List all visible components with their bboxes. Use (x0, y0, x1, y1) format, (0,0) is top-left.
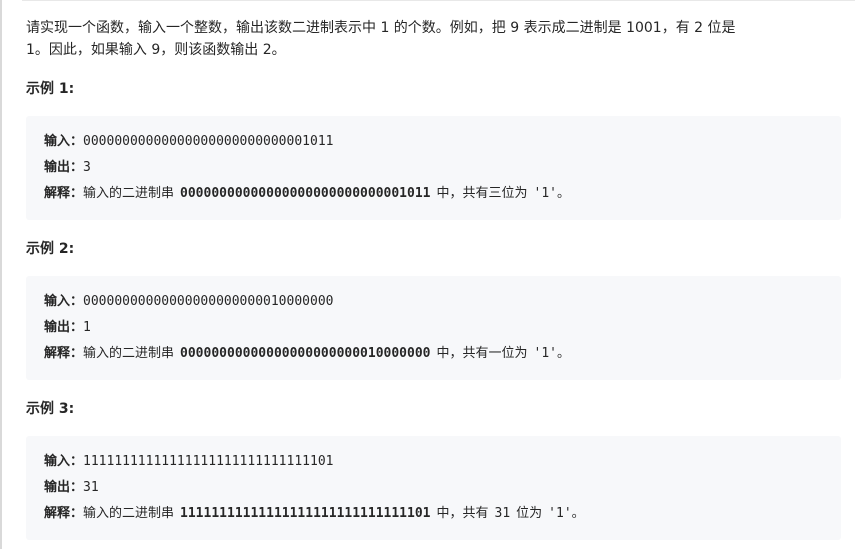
output-label: 输出： (44, 480, 84, 495)
example-1-explain-prefix: 输入的二进制串 (83, 186, 175, 201)
example-3-explain-count: 31 (494, 506, 511, 521)
example-2-input-value: 00000000000000000000000010000000 (83, 294, 334, 309)
example-2-explain-quote: '1' (533, 346, 557, 361)
example-3-explain-line: 解释：输入的二进制串 111111111111111111111111111111… (44, 501, 841, 527)
output-label: 输出： (44, 320, 84, 335)
example-3-explain-middle: 中，共有 (436, 506, 489, 521)
example-3-explain-prefix: 输入的二进制串 (83, 506, 175, 521)
example-3-explain-suffix: 。 (571, 506, 585, 521)
example-2-explain-prefix: 输入的二进制串 (83, 346, 175, 361)
example-2-explain-suffix: 。 (556, 346, 570, 361)
example-3-output-value: 31 (83, 480, 99, 495)
example-1-output-line: 输出：3 (44, 155, 841, 181)
example-3-explain-code: 11111111111111111111111111111101 (180, 506, 431, 521)
example-3-input-value: 11111111111111111111111111111101 (83, 454, 334, 469)
example-2-output-value: 1 (83, 320, 91, 335)
example-1-explain-line: 解释：输入的二进制串 000000000000000000000000000010… (44, 181, 841, 207)
problem-statement-line-2: 1。因此，如果输入 9，则该函数输出 2。 (26, 42, 286, 58)
example-2-explain-line: 解释：输入的二进制串 000000000000000000000000100000… (44, 341, 841, 367)
explain-label: 解释： (44, 506, 84, 521)
top-divider (22, 0, 855, 1)
example-1-explain-code: 00000000000000000000000000001011 (180, 186, 431, 201)
input-label: 输入： (44, 294, 84, 309)
problem-statement: 请实现一个函数，输入一个整数，输出该数二进制表示中 1 的个数。例如，把 9 表… (26, 17, 841, 61)
example-1-input-value: 00000000000000000000000000001011 (83, 134, 334, 149)
left-border (0, 0, 2, 549)
example-3-explain-quote: '1' (548, 506, 572, 521)
example-3-input-line: 输入：11111111111111111111111111111101 (44, 449, 841, 475)
example-3-output-line: 输出：31 (44, 475, 841, 501)
example-1-explain-quote: '1' (533, 186, 557, 201)
problem-description: 请实现一个函数，输入一个整数，输出该数二进制表示中 1 的个数。例如，把 9 表… (26, 17, 841, 540)
example-3-title: 示例 3: (26, 401, 75, 417)
example-1-input-line: 输入：00000000000000000000000000001011 (44, 129, 841, 155)
input-label: 输入： (44, 454, 84, 469)
example-1-explain-suffix: 。 (556, 186, 570, 201)
example-2-input-line: 输入：00000000000000000000000010000000 (44, 289, 841, 315)
example-1-explain-middle: 中，共有三位为 (436, 186, 528, 201)
example-3-codeblock: 输入：11111111111111111111111111111101 输出：3… (26, 436, 841, 540)
output-label: 输出： (44, 160, 84, 175)
example-1-codeblock: 输入：00000000000000000000000000001011 输出：3… (26, 116, 841, 220)
explain-label: 解释： (44, 346, 84, 361)
example-2-title: 示例 2: (26, 241, 75, 257)
input-label: 输入： (44, 134, 84, 149)
example-3-explain-mid2: 位为 (516, 506, 543, 521)
explain-label: 解释： (44, 186, 84, 201)
problem-statement-line-1: 请实现一个函数，输入一个整数，输出该数二进制表示中 1 的个数。例如，把 9 表… (26, 20, 736, 36)
example-2-codeblock: 输入：00000000000000000000000010000000 输出：1… (26, 276, 841, 380)
example-1-output-value: 3 (83, 160, 91, 175)
example-2-explain-middle: 中，共有一位为 (436, 346, 528, 361)
example-1-title: 示例 1: (26, 81, 75, 97)
example-2-explain-code: 00000000000000000000000010000000 (180, 346, 431, 361)
example-2-output-line: 输出：1 (44, 315, 841, 341)
